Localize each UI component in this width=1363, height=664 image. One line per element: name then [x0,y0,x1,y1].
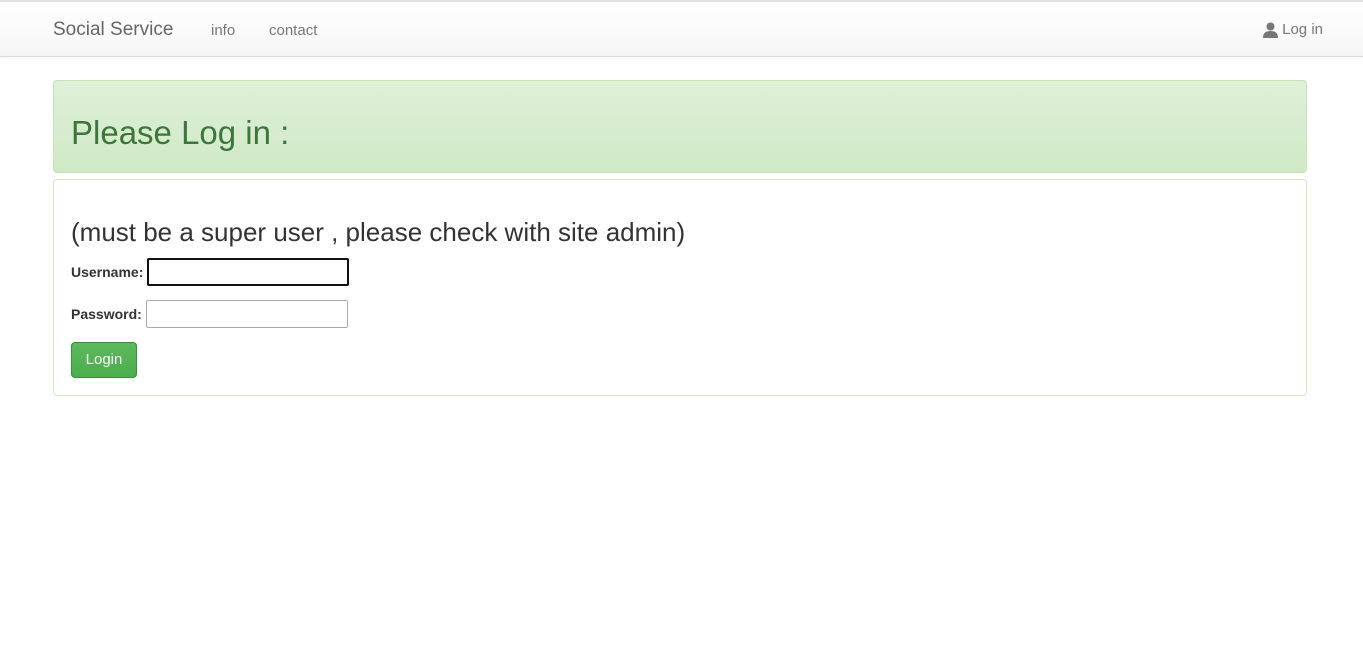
username-input[interactable] [147,258,350,286]
nav-link-info[interactable]: info [211,22,235,40]
nav-login-link[interactable]: Log in [1263,21,1323,39]
page-title: Please Log in : [71,114,290,151]
login-alert-banner: Please Log in : [53,80,1307,173]
nav-link-contact[interactable]: contact [269,22,317,40]
brand-link[interactable]: Social Service [53,19,173,41]
user-icon [1263,22,1279,38]
login-button[interactable]: Login [71,342,137,378]
password-row: Password: [71,300,348,328]
password-input[interactable] [145,300,348,328]
username-label: Username: [71,264,144,280]
nav-login-label: Log in [1282,21,1323,38]
login-panel: (must be a super user , please check wit… [53,179,1307,396]
superuser-note: (must be a super user , please check wit… [71,217,686,247]
password-label: Password: [71,306,142,322]
username-row: Username: [71,258,350,286]
top-navbar: Social Service info contact Log in [0,0,1363,57]
